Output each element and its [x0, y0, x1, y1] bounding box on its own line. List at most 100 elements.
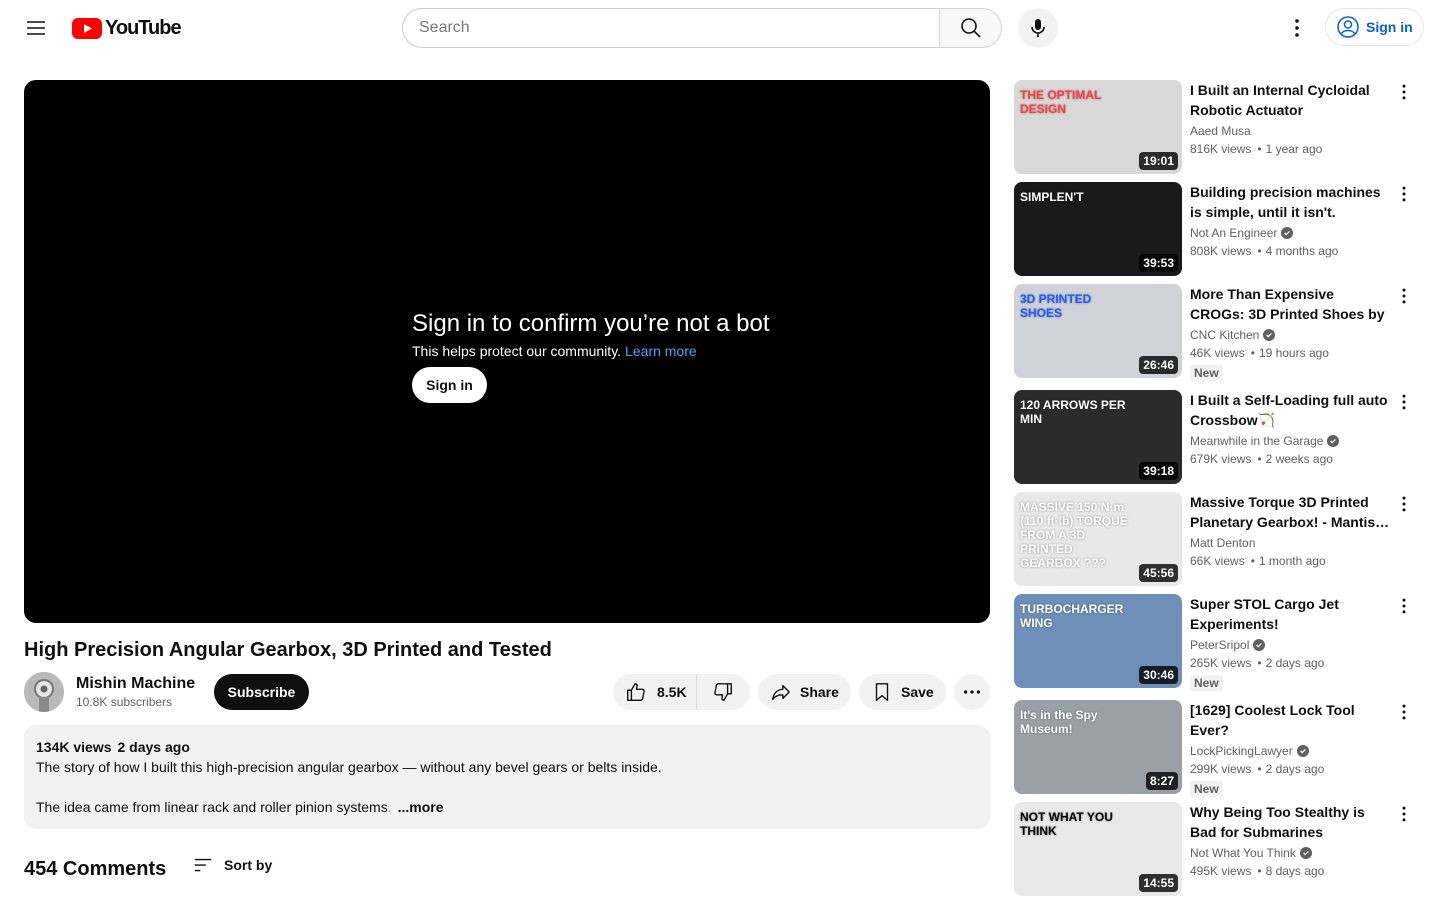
sign-in-button[interactable]: Sign in: [1325, 8, 1424, 46]
subscriber-count: 10.8K subscribers: [76, 695, 173, 709]
video-thumbnail[interactable]: 120 ARROWS PER MIN 39:18: [1014, 390, 1182, 484]
dislike-button[interactable]: [697, 674, 749, 710]
settings-menu-button[interactable]: [1277, 8, 1317, 48]
recommended-age: 19 hours ago: [1245, 346, 1329, 360]
channel-label: Matt Denton: [1190, 536, 1256, 550]
video-action-menu-button[interactable]: [1394, 804, 1414, 824]
recommended-channel-name[interactable]: LockPickingLawyer: [1190, 744, 1309, 758]
video-thumbnail[interactable]: MASSIVE 150 N·m (110 ft·lb) TORQUE FROM …: [1014, 492, 1182, 586]
sort-by-button[interactable]: Sort by: [192, 854, 272, 876]
bot-check-subtitle: This helps protect our community. Learn m…: [412, 341, 770, 361]
search-input[interactable]: [402, 8, 939, 48]
search-button[interactable]: [939, 8, 1002, 48]
recommended-channel-name[interactable]: Not An Engineer: [1190, 226, 1294, 240]
recommended-video-title[interactable]: I Built an Internal Cycloidal Robotic Ac…: [1190, 80, 1390, 120]
recommended-video-title[interactable]: I Built a Self-Loading full auto Crossbo…: [1190, 390, 1390, 430]
recommended-video-title[interactable]: Building precision machines is simple, u…: [1190, 182, 1390, 222]
video-thumbnail[interactable]: TURBOCHARGER WING 30:46: [1014, 594, 1182, 688]
more-vertical-icon: [1402, 84, 1406, 100]
recommended-video-title[interactable]: Why Being Too Stealthy is Bad for Submar…: [1190, 802, 1390, 842]
recommended-views: 495K views: [1190, 864, 1252, 878]
recommended-channel-name[interactable]: CNC Kitchen: [1190, 328, 1276, 342]
video-player[interactable]: Sign in to confirm you’re not a bot This…: [24, 80, 990, 623]
recommended-channel-name[interactable]: Not What You Think: [1190, 846, 1312, 860]
video-action-menu-button[interactable]: [1394, 184, 1414, 204]
recommended-stats: 816K views1 year ago: [1190, 142, 1322, 156]
video-thumbnail[interactable]: THE OPTIMAL DESIGN 19:01: [1014, 80, 1182, 174]
subscribe-button[interactable]: Subscribe: [214, 674, 309, 710]
view-date-line: 134K views 2 days ago: [36, 737, 978, 757]
recommended-video[interactable]: THE OPTIMAL DESIGN 19:01 I Built an Intern…: [1014, 80, 1416, 174]
recommended-views: 679K views: [1190, 452, 1252, 466]
video-duration: 19:01: [1139, 152, 1178, 170]
description-text-2: The idea came from linear rack and rolle…: [36, 797, 978, 817]
video-action-menu-button[interactable]: [1394, 596, 1414, 616]
search-box: [402, 8, 1002, 48]
youtube-play-icon: [72, 18, 102, 39]
recommended-video-title[interactable]: Super STOL Cargo Jet Experiments!: [1190, 594, 1390, 634]
video-thumbnail[interactable]: NOT WHAT YOU THINK 14:55: [1014, 802, 1182, 896]
video-action-menu-button[interactable]: [1394, 392, 1414, 412]
search-icon: [960, 18, 981, 38]
channel-avatar[interactable]: [24, 672, 64, 712]
recommended-channel-name[interactable]: Aaed Musa: [1190, 124, 1251, 138]
channel-row: Mishin Machine 10.8K subscribers Subscri…: [24, 672, 990, 712]
thumbnail-caption: TURBOCHARGER WING: [1020, 602, 1124, 630]
description-box[interactable]: 134K views 2 days ago The story of how I …: [24, 725, 990, 829]
new-badge: New: [1190, 675, 1223, 691]
video-thumbnail[interactable]: It's in the Spy Museum! 8:27: [1014, 700, 1182, 794]
recommended-video-title[interactable]: More Than Expensive CROGs: 3D Printed Sh…: [1190, 284, 1390, 324]
video-duration: 26:46: [1139, 356, 1178, 374]
bot-check-panel: Sign in to confirm you’re not a bot This…: [412, 308, 770, 403]
hamburger-icon: [27, 21, 45, 35]
channel-label: Aaed Musa: [1190, 124, 1251, 138]
channel-label: Not What You Think: [1190, 846, 1296, 860]
recommended-age: 1 month ago: [1245, 554, 1326, 568]
more-vertical-icon: [1402, 806, 1406, 822]
voice-search-button[interactable]: [1018, 8, 1058, 48]
channel-name[interactable]: Mishin Machine: [76, 673, 195, 695]
video-action-menu-button[interactable]: [1394, 82, 1414, 102]
learn-more-link[interactable]: Learn more: [625, 343, 697, 359]
video-duration: 39:53: [1139, 254, 1178, 272]
verified-check-icon: [1263, 329, 1276, 341]
hamburger-menu-button[interactable]: [16, 8, 56, 48]
recommended-video[interactable]: NOT WHAT YOU THINK 14:55 Why Being Too Ste…: [1014, 802, 1416, 896]
show-more-link[interactable]: ...more: [398, 799, 444, 815]
microphone-icon: [1031, 19, 1045, 37]
youtube-logo[interactable]: YouTube: [72, 17, 182, 40]
recommended-video[interactable]: TURBOCHARGER WING 30:46 Super STOL Cargo J…: [1014, 594, 1416, 691]
recommended-video[interactable]: It's in the Spy Museum! 8:27 [1629] Cooles…: [1014, 700, 1416, 797]
thumbs-up-icon: [627, 683, 645, 701]
recommended-channel-name[interactable]: Meanwhile in the Garage: [1190, 434, 1340, 448]
video-thumbnail[interactable]: 3D PRINTED SHOES 26:46: [1014, 284, 1182, 378]
recommended-video[interactable]: 120 ARROWS PER MIN 39:18 I Built a Self-Lo…: [1014, 390, 1416, 484]
recommended-video[interactable]: 3D PRINTED SHOES 26:46 More Than Expensive…: [1014, 284, 1416, 381]
recommended-video-title[interactable]: [1629] Coolest Lock Tool Ever?: [1190, 700, 1390, 740]
save-button[interactable]: Save: [859, 674, 946, 710]
recommended-channel-name[interactable]: Matt Denton: [1190, 536, 1255, 550]
recommended-video[interactable]: MASSIVE 150 N·m (110 ft·lb) TORQUE FROM …: [1014, 492, 1416, 586]
sort-label: Sort by: [224, 857, 273, 873]
player-sign-in-button[interactable]: Sign in: [412, 367, 487, 403]
video-duration: 39:18: [1139, 462, 1178, 480]
more-actions-button[interactable]: [954, 674, 990, 710]
video-action-menu-button[interactable]: [1394, 286, 1414, 306]
avatar-image: [24, 672, 64, 712]
more-vertical-icon: [1402, 496, 1406, 512]
verified-check-icon: [1296, 745, 1309, 757]
recommended-video-title[interactable]: Massive Torque 3D Printed Planetary Gear…: [1190, 492, 1390, 532]
recommended-video[interactable]: SIMPLEN'T 39:53 Building precision machine…: [1014, 182, 1416, 276]
video-action-menu-button[interactable]: [1394, 702, 1414, 722]
recommended-channel-name[interactable]: PeterSripol: [1190, 638, 1266, 652]
video-thumbnail[interactable]: SIMPLEN'T 39:53: [1014, 182, 1182, 276]
sort-icon: [194, 858, 212, 872]
verified-check-icon: [1281, 227, 1294, 239]
description-fade: .: [387, 799, 392, 815]
video-action-menu-button[interactable]: [1394, 494, 1414, 514]
like-button[interactable]: 8.5K: [613, 674, 697, 710]
share-button[interactable]: Share: [758, 674, 851, 710]
recommended-age: 4 months ago: [1251, 244, 1338, 258]
upload-date: 2 days ago: [117, 739, 190, 755]
thumbs-down-icon: [714, 683, 732, 701]
